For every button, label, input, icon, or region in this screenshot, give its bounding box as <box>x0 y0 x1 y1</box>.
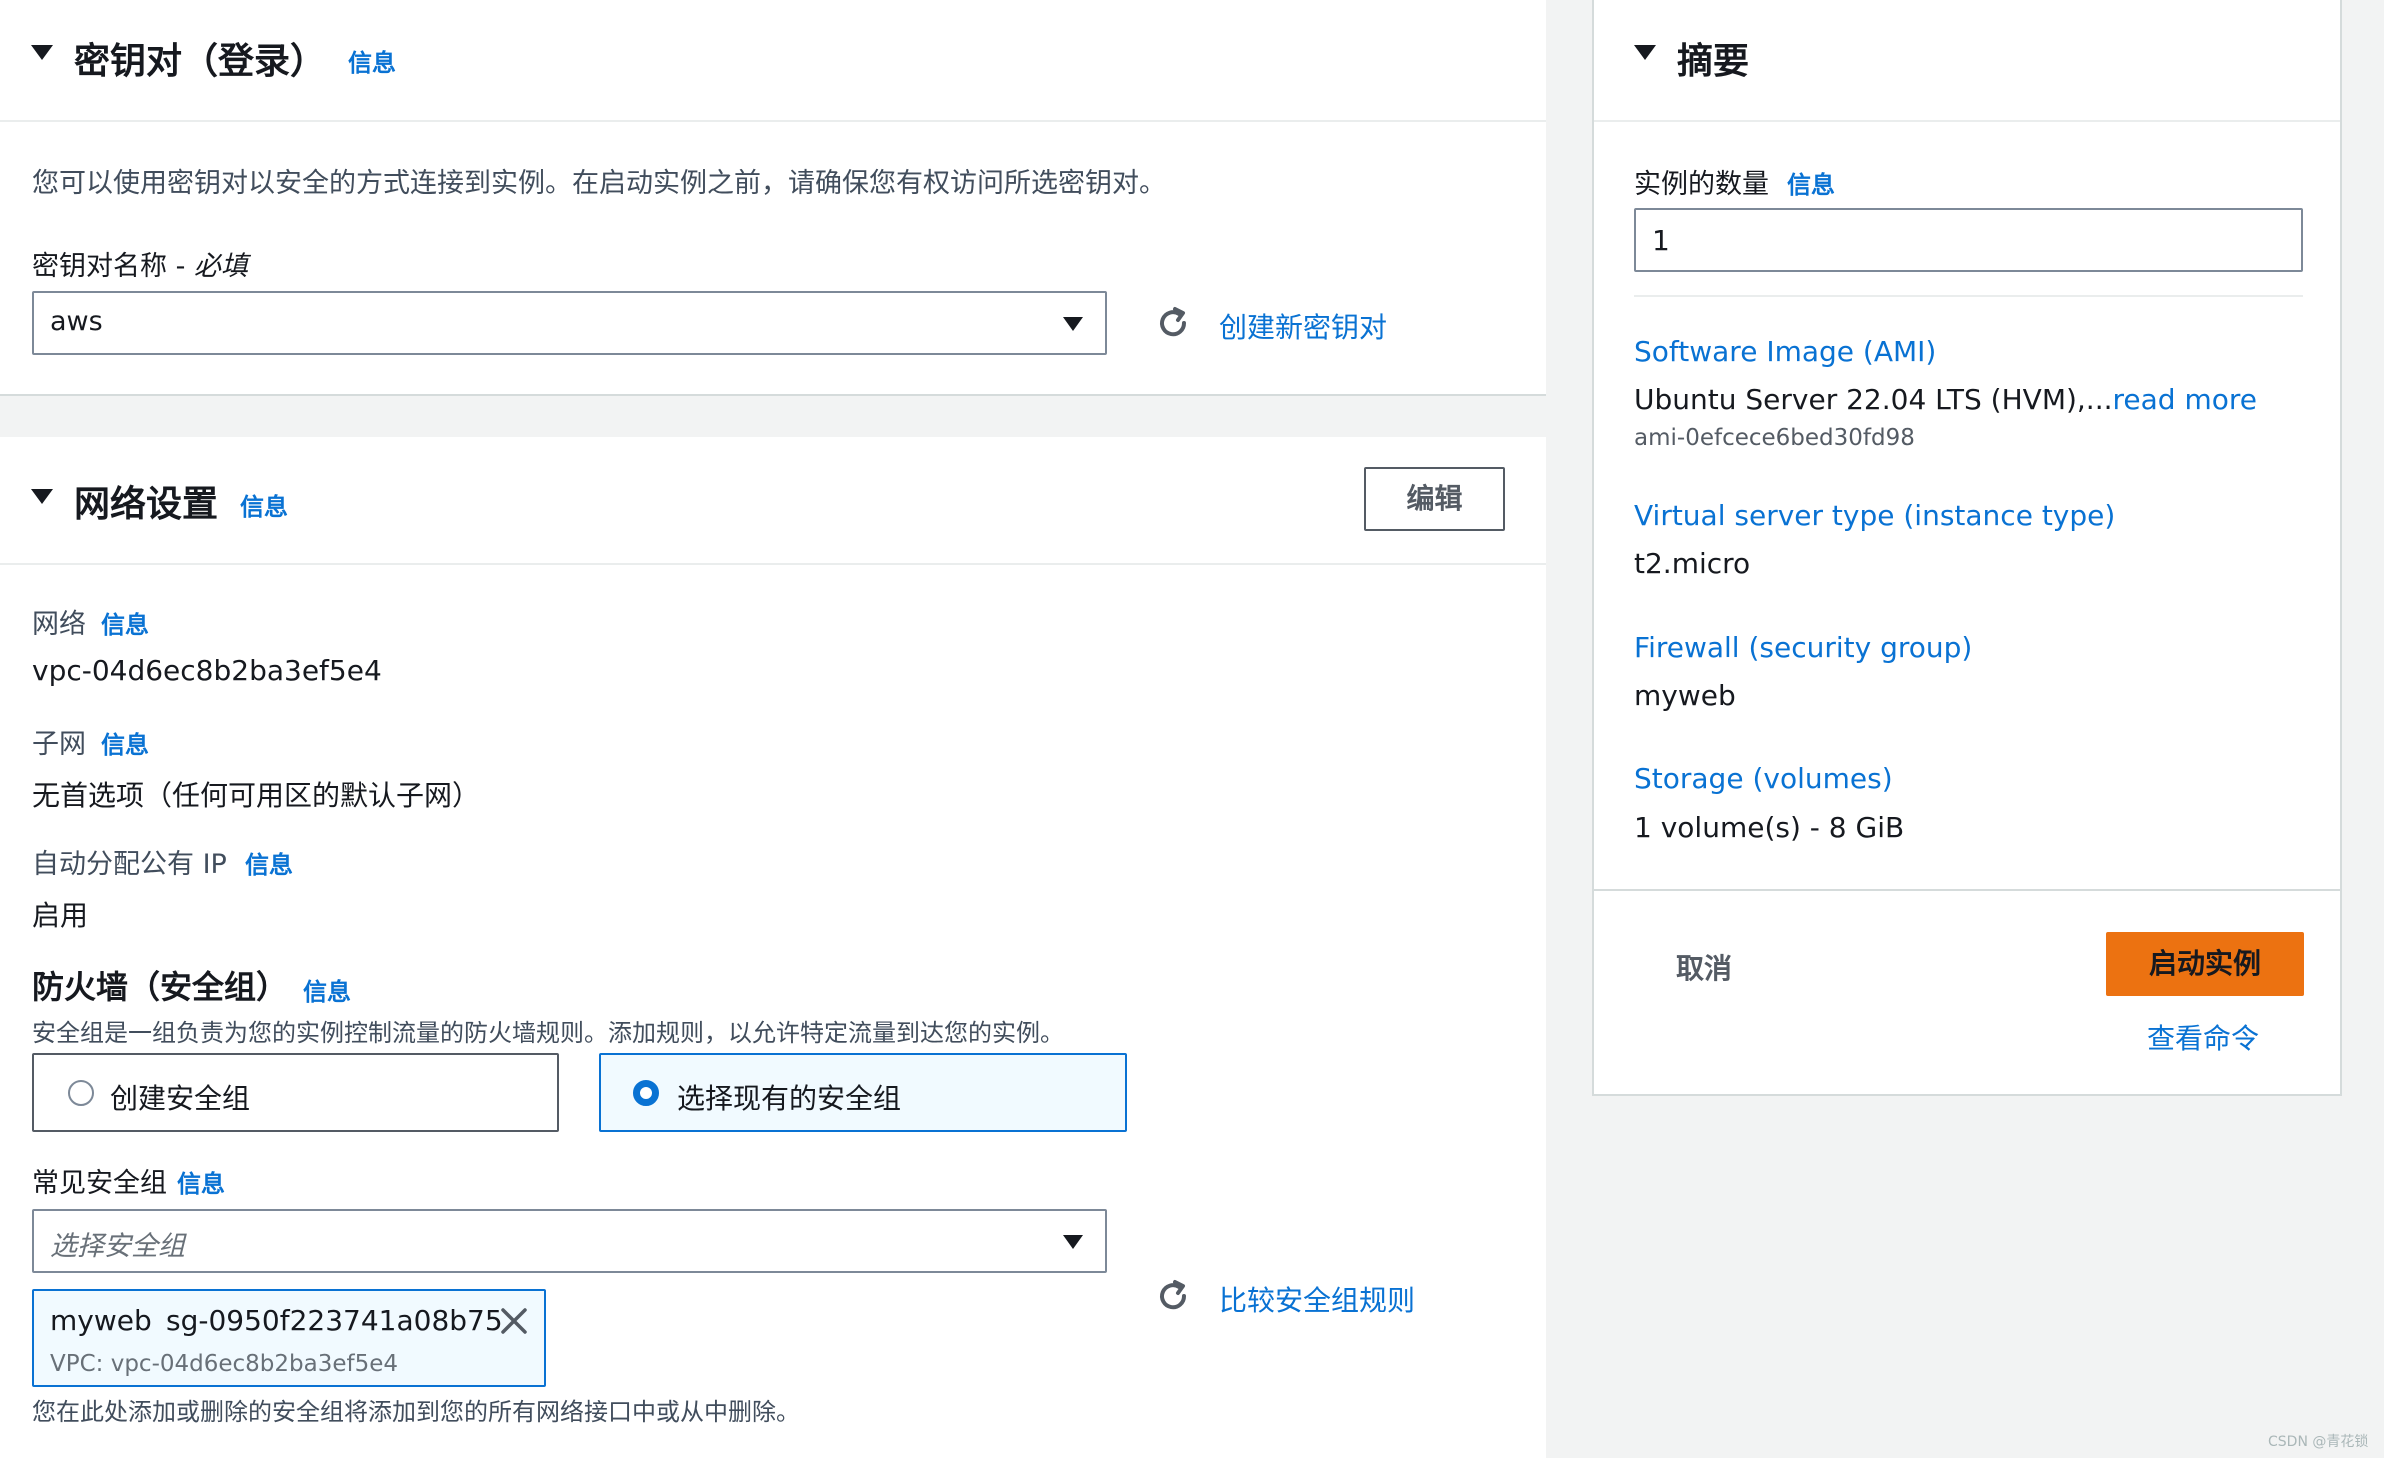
firewall-description: 安全组是一组负责为您的实例控制流量的防火墙规则。添加规则，以允许特定流量到达您的… <box>32 1019 1064 1047</box>
key-pair-required-text: 必填 <box>193 251 248 282</box>
key-pair-panel: 密钥对（登录） 信息 您可以使用密钥对以安全的方式连接到实例。在启动实例之前，请… <box>0 0 1546 396</box>
common-sg-label: 常见安全组 <box>32 1168 167 1199</box>
radio-selected-icon[interactable] <box>633 1080 659 1106</box>
instance-count-input[interactable]: 1 <box>1634 208 2303 272</box>
ami-value-text: Ubuntu Server 22.04 LTS (HVM),... <box>1634 383 2113 416</box>
cancel-button[interactable]: 取消 <box>1676 947 1732 987</box>
firewall-title: 防火墙（安全组） <box>32 968 289 1006</box>
instance-count-label: 实例的数量 <box>1634 169 1769 200</box>
common-sg-info-link[interactable]: 信息 <box>177 1164 225 1199</box>
ami-link[interactable]: Software Image (AMI) <box>1634 335 1936 368</box>
security-group-select[interactable]: 选择安全组 <box>32 1209 1107 1273</box>
instance-type-value: t2.micro <box>1634 547 1751 580</box>
collapse-caret-icon[interactable] <box>31 45 53 60</box>
key-pair-name-label: 密钥对名称 - 必填 <box>32 244 248 283</box>
key-pair-select[interactable]: aws <box>32 291 1107 355</box>
radio-unselected-icon[interactable] <box>68 1080 94 1106</box>
ami-id: ami-0efcece6bed30fd98 <box>1634 425 1915 451</box>
subnet-info-link[interactable]: 信息 <box>101 725 149 760</box>
security-group-footer-note: 您在此处添加或删除的安全组将添加到您的所有网络接口中或从中删除。 <box>32 1398 800 1426</box>
key-pair-select-value: aws <box>50 306 103 337</box>
network-label: 网络 <box>32 609 86 640</box>
dropdown-arrow-icon <box>1063 317 1083 331</box>
launch-instance-button[interactable]: 启动实例 <box>2106 932 2304 996</box>
create-security-group-option[interactable]: 创建安全组 <box>32 1053 559 1132</box>
firewall-link[interactable]: Firewall (security group) <box>1634 631 1972 664</box>
collapse-caret-icon[interactable] <box>31 489 53 504</box>
network-value: vpc-04d6ec8b2ba3ef5e4 <box>32 654 382 687</box>
edit-button[interactable]: 编辑 <box>1364 467 1505 531</box>
summary-divider <box>1634 295 2303 297</box>
existing-security-group-option[interactable]: 选择现有的安全组 <box>599 1053 1127 1132</box>
public-ip-label: 自动分配公有 IP <box>32 849 227 880</box>
security-group-select-placeholder: 选择安全组 <box>50 1231 185 1262</box>
firewall-info-link[interactable]: 信息 <box>303 972 351 1007</box>
token-id: sg-0950f223741a08b75 <box>166 1304 503 1337</box>
selected-security-group-token: myweb sg-0950f223741a08b75 VPC: vpc-04d6… <box>32 1289 546 1387</box>
firewall-value: myweb <box>1634 679 1736 712</box>
refresh-icon[interactable] <box>1154 1277 1192 1315</box>
instance-type-link[interactable]: Virtual server type (instance type) <box>1634 499 2115 532</box>
collapse-caret-icon[interactable] <box>1634 45 1656 60</box>
key-pair-name-label-text: 密钥对名称 - <box>32 251 194 282</box>
close-icon[interactable] <box>498 1305 530 1337</box>
network-settings-title: 网络设置 <box>74 484 219 525</box>
view-command-link[interactable]: 查看命令 <box>2147 1017 2259 1057</box>
dropdown-arrow-icon <box>1063 1235 1083 1249</box>
create-key-pair-link[interactable]: 创建新密钥对 <box>1219 306 1387 346</box>
header-divider <box>0 120 1546 122</box>
key-pair-description: 您可以使用密钥对以安全的方式连接到实例。在启动实例之前，请确保您有权访问所选密钥… <box>32 168 1166 199</box>
compare-security-group-rules-link[interactable]: 比较安全组规则 <box>1219 1279 1415 1319</box>
network-settings-info-link[interactable]: 信息 <box>240 487 288 522</box>
public-ip-value: 启用 <box>32 899 89 932</box>
public-ip-info-link[interactable]: 信息 <box>245 845 293 880</box>
watermark: CSDN @青花锁 <box>2268 1434 2369 1450</box>
header-divider <box>0 563 1546 565</box>
network-settings-panel: 网络设置 信息 编辑 网络 信息 vpc-04d6ec8b2ba3ef5e4 子… <box>0 437 1546 1458</box>
network-info-link[interactable]: 信息 <box>101 605 149 640</box>
ami-value: Ubuntu Server 22.04 LTS (HVM),...read mo… <box>1634 383 2257 416</box>
subnet-value: 无首选项（任何可用区的默认子网） <box>32 779 481 812</box>
create-security-group-label: 创建安全组 <box>110 1082 251 1115</box>
subnet-label: 子网 <box>32 729 86 760</box>
footer-divider <box>1594 889 2340 891</box>
key-pair-title: 密钥对（登录） <box>74 41 327 82</box>
instance-count-value: 1 <box>1652 224 1670 257</box>
summary-panel: 摘要 实例的数量 信息 1 Software Image (AMI) Ubunt… <box>1592 0 2342 1096</box>
token-name: myweb <box>50 1304 152 1337</box>
existing-security-group-label: 选择现有的安全组 <box>677 1082 902 1115</box>
instance-count-info-link[interactable]: 信息 <box>1787 165 1835 200</box>
token-vpc: VPC: vpc-04d6ec8b2ba3ef5e4 <box>50 1351 399 1377</box>
header-divider <box>1594 120 2340 122</box>
storage-link[interactable]: Storage (volumes) <box>1634 762 1893 795</box>
summary-title: 摘要 <box>1677 41 1750 82</box>
ami-read-more-link[interactable]: read more <box>2113 383 2257 416</box>
key-pair-info-link[interactable]: 信息 <box>348 43 396 78</box>
refresh-icon[interactable] <box>1154 304 1192 342</box>
storage-value: 1 volume(s) - 8 GiB <box>1634 811 1905 844</box>
